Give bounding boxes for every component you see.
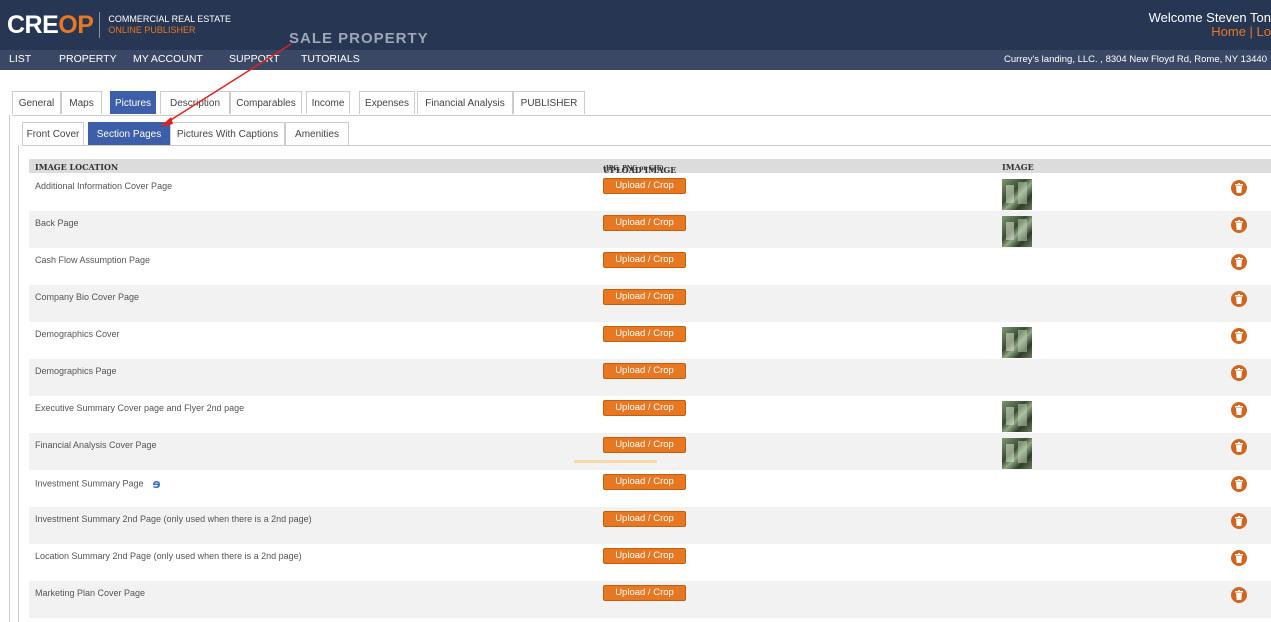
file-types-note: (JPG, PNG or GIF) <box>603 165 664 172</box>
tab-financial-analysis[interactable]: Financial Analysis <box>417 91 513 114</box>
nav-support[interactable]: SUPPORT <box>229 53 280 65</box>
image-thumbnail[interactable] <box>1002 216 1032 247</box>
upload-crop-button[interactable]: Upload / Crop <box>603 363 686 379</box>
tab-maps[interactable]: Maps <box>61 91 102 114</box>
upload-crop-button[interactable]: Upload / Crop <box>603 215 686 231</box>
subtab-front-cover[interactable]: Front Cover <box>22 122 84 145</box>
delete-icon[interactable] <box>1231 476 1247 492</box>
table-row: Cash Flow Assumption Page Upload / Crop <box>29 248 1271 285</box>
delete-icon[interactable] <box>1231 328 1247 344</box>
image-location-label: Demographics Page <box>35 366 117 376</box>
property-address: Currey's landing, LLC. , 8304 New Floyd … <box>1003 54 1267 65</box>
image-thumbnail[interactable] <box>1002 438 1032 469</box>
table-row: Investment Summary 2nd Page (only used w… <box>29 507 1271 544</box>
image-location-label: Demographics Cover <box>35 329 120 339</box>
tab-income[interactable]: Income <box>306 91 350 114</box>
subtab-pictures-with-captions[interactable]: Pictures With Captions <box>170 122 285 145</box>
delete-icon[interactable] <box>1231 217 1247 233</box>
top-header: CREOP COMMERCIAL REAL ESTATE ONLINE PUBL… <box>0 0 1271 50</box>
delete-icon[interactable] <box>1231 513 1247 529</box>
header-links[interactable]: Home | Lo <box>1149 25 1271 39</box>
panel-border <box>9 115 10 622</box>
welcome-text: Welcome Steven Ton <box>1148 10 1271 25</box>
delete-icon[interactable] <box>1231 550 1247 566</box>
tab-publisher[interactable]: PUBLISHER <box>513 91 585 114</box>
delete-icon[interactable] <box>1231 291 1247 307</box>
subtab-section-pages[interactable]: Section Pages <box>88 122 170 145</box>
col-image: IMAGE <box>1002 162 1034 172</box>
nav-list[interactable]: LIST <box>9 53 31 65</box>
tab-pictures[interactable]: Pictures <box>110 91 156 114</box>
upload-crop-button[interactable]: Upload / Crop <box>603 437 686 453</box>
image-thumbnail[interactable] <box>1002 401 1032 432</box>
nav-my-account[interactable]: MY ACCOUNT <box>133 53 203 65</box>
col-image-location: IMAGE LOCATION <box>35 162 119 172</box>
image-location-label: Additional Information Cover Page <box>35 181 173 191</box>
image-location-label: Investment Summary 2nd Page (only used w… <box>35 514 312 524</box>
image-thumbnail[interactable] <box>1002 179 1032 210</box>
delete-icon[interactable] <box>1231 365 1247 381</box>
creop-logo[interactable]: CREOP COMMERCIAL REAL ESTATE ONLINE PUBL… <box>7 10 231 40</box>
upload-crop-button[interactable]: Upload / Crop <box>603 474 686 490</box>
grid-header: IMAGE LOCATION UPLOAD IMAGE (JPG, PNG or… <box>29 159 1271 175</box>
image-location-label: Company Bio Cover Page <box>35 292 140 302</box>
tab-description[interactable]: Description <box>160 91 230 114</box>
image-location-label: Cash Flow Assumption Page <box>35 255 151 265</box>
table-row: Demographics Page Upload / Crop <box>29 359 1271 396</box>
table-row: Demographics Cover Upload / Crop <box>29 322 1271 359</box>
upload-crop-button[interactable]: Upload / Crop <box>603 511 686 527</box>
page-section-title: SALE PROPERTY <box>289 30 429 47</box>
upload-crop-button[interactable]: Upload / Crop <box>603 548 686 564</box>
image-location-label: Investment Summary Page ɘ <box>35 477 161 491</box>
subpanel-border <box>18 145 19 622</box>
table-row: Investment Summary Page ɘ Upload / Crop <box>29 470 1271 507</box>
help-icon[interactable]: ɘ <box>153 477 161 491</box>
upload-crop-button[interactable]: Upload / Crop <box>603 289 686 305</box>
logo-divider <box>99 12 101 38</box>
nav-property[interactable]: PROPERTY <box>59 53 117 65</box>
upload-crop-button[interactable]: Upload / Crop <box>603 178 686 194</box>
table-row: Location Summary 2nd Page (only used whe… <box>29 544 1271 581</box>
upload-crop-button[interactable]: Upload / Crop <box>603 585 686 601</box>
logo-tagline: COMMERCIAL REAL ESTATE ONLINE PUBLISHER <box>108 14 231 35</box>
table-row: Additional Information Cover Page Upload … <box>29 174 1271 211</box>
delete-icon[interactable] <box>1231 254 1247 270</box>
table-row: Financial Analysis Cover Page Upload / Cr… <box>29 433 1271 470</box>
subtab-amenities[interactable]: Amenities <box>285 122 349 145</box>
table-row: Marketing Plan Cover Page Upload / Crop <box>29 581 1271 618</box>
picture-subtabs: Front Cover Section Pages Pictures With … <box>22 122 1271 146</box>
table-row: Executive Summary Cover page and Flyer 2… <box>29 396 1271 433</box>
next-upload-button-edge <box>574 460 657 463</box>
upload-crop-button[interactable]: Upload / Crop <box>603 252 686 268</box>
user-welcome: Welcome Steven Ton Home | Lo <box>1149 11 1271 39</box>
main-nav: LIST PROPERTY MY ACCOUNT SUPPORT TUTORIA… <box>0 50 1271 70</box>
nav-tutorials[interactable]: TUTORIALS <box>301 53 360 65</box>
image-location-label: Executive Summary Cover page and Flyer 2… <box>35 403 245 413</box>
image-location-label: Back Page <box>35 218 79 228</box>
delete-icon[interactable] <box>1231 180 1247 196</box>
image-location-label: Marketing Plan Cover Page <box>35 588 146 598</box>
tab-general[interactable]: General <box>12 91 61 114</box>
delete-icon[interactable] <box>1231 402 1247 418</box>
image-location-label: Financial Analysis Cover Page <box>35 440 157 450</box>
image-location-label: Location Summary 2nd Page (only used whe… <box>35 551 302 561</box>
upload-crop-button[interactable]: Upload / Crop <box>603 326 686 342</box>
table-row: Back Page Upload / Crop <box>29 211 1271 248</box>
table-row: Company Bio Cover Page Upload / Crop <box>29 285 1271 322</box>
image-thumbnail[interactable] <box>1002 327 1032 358</box>
tab-expenses[interactable]: Expenses <box>359 91 415 114</box>
logo-wordmark: CREOP <box>7 10 94 39</box>
delete-icon[interactable] <box>1231 439 1247 455</box>
upload-crop-button[interactable]: Upload / Crop <box>603 400 686 416</box>
property-tabs: General Maps Pictures Description Compar… <box>12 91 1271 116</box>
tab-comparables[interactable]: Comparables <box>230 91 302 114</box>
delete-icon[interactable] <box>1231 587 1247 603</box>
